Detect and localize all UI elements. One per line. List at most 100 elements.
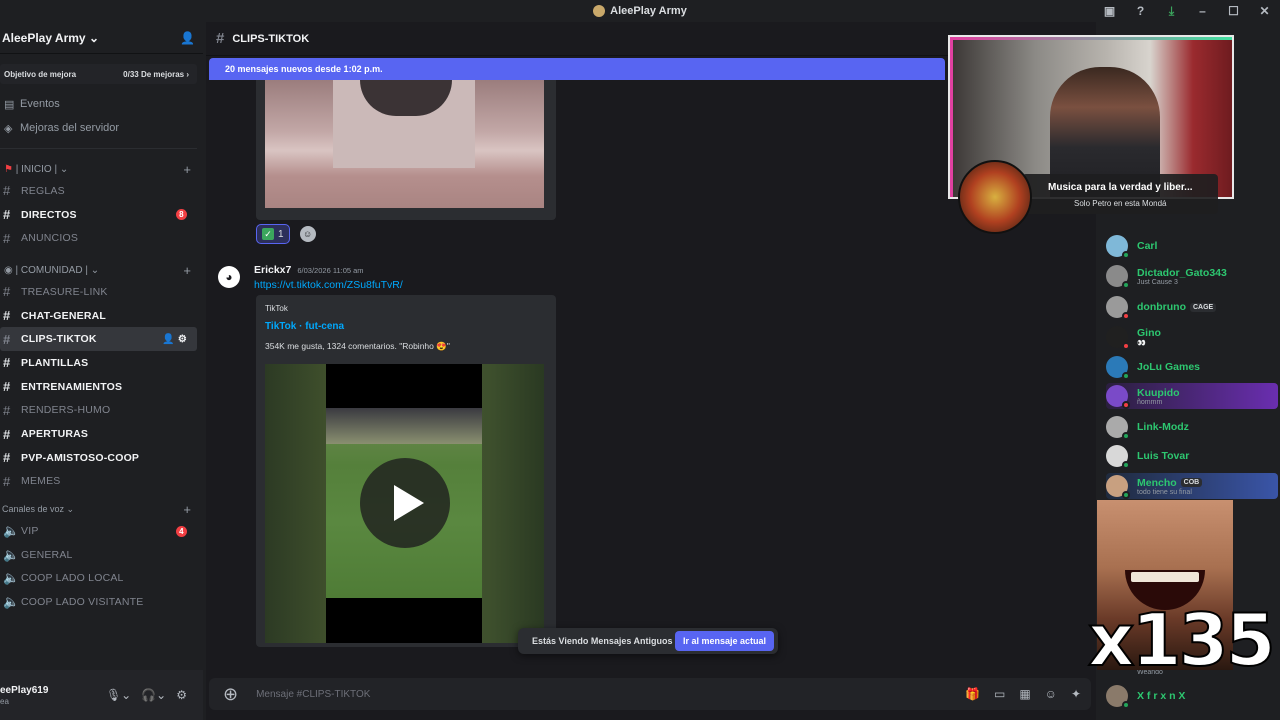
attach-icon[interactable]: ⊕	[223, 684, 238, 705]
new-messages-text: 20 mensajes nuevos desde 1:02 p.m.	[225, 64, 383, 74]
embed-description: 354K me gusta, 1324 comentarios. "Robinh…	[265, 341, 450, 351]
channel-memes[interactable]: # MEMES	[0, 470, 197, 494]
channel-aperturas[interactable]: # APERTURAS	[0, 422, 197, 446]
voice-channel-visitante[interactable]: 🔈 COOP LADO VISITANTE	[0, 590, 197, 614]
gift-icon[interactable]: 🎁	[965, 687, 980, 701]
server-name: AleePlay Army	[2, 30, 86, 45]
avatar	[1106, 235, 1130, 259]
message-link[interactable]: https://vt.tiktok.com/ZSu8fuTvR/	[254, 279, 403, 291]
member-activity: Just Cause 3	[1137, 278, 1178, 286]
member-name: JoLu Games	[1137, 361, 1201, 373]
channel-plantillas[interactable]: # PLANTILLAS	[0, 351, 197, 375]
category-label: | COMUNIDAD |	[15, 264, 88, 276]
close-button[interactable]: ✕	[1249, 0, 1280, 22]
member-item[interactable]: Dictador_Gato343 Just Cause 3	[1106, 263, 1278, 289]
member-item[interactable]: Link-Modz	[1106, 414, 1278, 440]
events-link[interactable]: ▤ Eventos	[0, 92, 203, 116]
hash-icon: #	[3, 284, 11, 300]
invite-icon[interactable]: 👤	[162, 334, 175, 345]
settings-icon[interactable]: ⚙	[176, 688, 187, 702]
hash-icon: #	[3, 473, 11, 489]
username[interactable]: eePlay619	[0, 685, 48, 697]
gear-icon[interactable]: ⚙	[178, 334, 187, 345]
jump-to-present-button[interactable]: Ir al mensaje actual	[674, 631, 774, 651]
headphones-icon[interactable]: 🎧⌄	[141, 688, 166, 702]
apps-icon[interactable]: ✦	[1071, 687, 1081, 701]
boost-goal[interactable]: Objetivo de mejora 0/33 De mejoras ›	[0, 64, 197, 84]
member-item[interactable]: JoLu Games	[1106, 354, 1278, 380]
channel-name: COOP LADO LOCAL	[21, 572, 124, 585]
category-comunidad[interactable]: ◉ | COMUNIDAD | ⌄ +	[0, 260, 203, 280]
member-item[interactable]: Kuupido ñommm	[1106, 383, 1278, 409]
new-messages-bar[interactable]: 20 mensajes nuevos desde 1:02 p.m.	[209, 58, 945, 80]
channel-directos[interactable]: # DIRECTOS 8	[0, 203, 197, 227]
channel-sidebar: AleePlay Army ⌄ 👤 Objetivo de mejora 0/3…	[0, 22, 203, 720]
channel-pvp-amistoso-coop[interactable]: # PVP-AMISTOSO-COOP	[0, 446, 197, 470]
voice-channel-local[interactable]: 🔈 COOP LADO LOCAL	[0, 567, 197, 591]
channel-name: DIRECTOS	[21, 208, 77, 221]
emoji-icon[interactable]: ☺	[1045, 687, 1057, 701]
member-item[interactable]: Carl	[1106, 233, 1278, 259]
member-item[interactable]: Luis Tovar	[1106, 443, 1278, 469]
avatar	[1106, 265, 1130, 289]
avatar	[1106, 416, 1130, 440]
member-item[interactable]: Gino 👀	[1106, 324, 1278, 350]
avatar[interactable]: ◕	[218, 266, 240, 288]
video-player[interactable]	[265, 364, 544, 643]
channel-title: CLIPS-TIKTOK	[232, 32, 310, 45]
maximize-button[interactable]: ☐	[1218, 0, 1249, 22]
channel-name: ENTRENAMIENTOS	[21, 380, 123, 393]
inbox-icon[interactable]: ▣	[1094, 0, 1125, 22]
category-voice[interactable]: Canales de voz ⌄ +	[0, 499, 203, 519]
download-icon[interactable]: ⤓	[1156, 0, 1187, 22]
add-reaction-icon[interactable]: ☺	[299, 226, 316, 242]
voice-channel-general[interactable]: 🔈 GENERAL	[0, 543, 197, 567]
gif-icon[interactable]: ▭	[994, 687, 1005, 701]
member-item[interactable]: donbruno CAGE	[1106, 294, 1278, 320]
avatar	[1106, 385, 1130, 409]
channel-chat-general[interactable]: # CHAT-GENERAL	[0, 304, 197, 328]
server-upgrades-link[interactable]: ◈ Mejoras del servidor	[0, 116, 203, 140]
reactions: ✓ 1 ☺	[256, 224, 316, 244]
minimize-button[interactable]: –	[1187, 0, 1218, 22]
voice-channel-vip[interactable]: 🔈 VIP 4	[0, 519, 197, 543]
channel-name: VIP	[21, 525, 39, 538]
microphone-icon[interactable]: 🎙⌄	[106, 688, 131, 702]
hash-icon: #	[3, 183, 11, 199]
channel-reglas[interactable]: # REGLAS	[0, 179, 197, 203]
speaker-icon: 🔈	[3, 570, 20, 586]
channel-name: GENERAL	[21, 548, 73, 561]
album-art	[958, 160, 1032, 234]
song-title: Musica para la verdad y liber...	[1048, 182, 1193, 193]
hash-icon: #	[3, 379, 11, 395]
channel-treasure-link[interactable]: # TREASURE-LINK	[0, 280, 197, 304]
server-header[interactable]: AleePlay Army ⌄ 👤	[0, 22, 203, 54]
add-channel-icon[interactable]: +	[183, 263, 191, 278]
member-item[interactable]: Mencho COB todo tiene su final	[1106, 473, 1278, 499]
channel-renders-humo[interactable]: # RENDERS-HUMO	[0, 399, 197, 423]
channel-anuncios[interactable]: # ANUNCIOS	[0, 226, 197, 250]
member-activity: 👀	[1137, 340, 1146, 347]
category-inicio[interactable]: ⚑ | INICIO | ⌄ +	[0, 159, 203, 179]
reaction-check[interactable]: ✓ 1	[256, 224, 290, 244]
embed-title[interactable]: TikTok · fut-cena	[265, 321, 344, 332]
folder-icon: ◉	[4, 264, 13, 276]
add-member-icon[interactable]: 👤	[180, 31, 195, 45]
help-icon[interactable]: ?	[1125, 0, 1156, 22]
add-channel-icon[interactable]: +	[183, 162, 191, 177]
play-icon[interactable]	[360, 458, 450, 548]
add-channel-icon[interactable]: +	[183, 502, 191, 517]
channel-entrenamientos[interactable]: # ENTRENAMIENTOS	[0, 375, 197, 399]
composer-placeholder[interactable]: Mensaje #CLIPS-TIKTOK	[256, 689, 370, 700]
channel-name: APERTURAS	[21, 428, 89, 441]
channel-clips-tiktok[interactable]: # CLIPS-TIKTOK 👤 ⚙	[0, 327, 197, 352]
hash-icon: #	[3, 426, 11, 442]
member-item[interactable]: X f r x n X	[1106, 683, 1278, 709]
message-composer[interactable]: ⊕ Mensaje #CLIPS-TIKTOK 🎁 ▭ ▦ ☺ ✦	[209, 678, 1091, 710]
message-author[interactable]: Erickx7	[254, 264, 291, 276]
previous-video-embed[interactable]	[256, 80, 556, 220]
member-name: Gino	[1137, 327, 1161, 339]
boost-label: Objetivo de mejora	[4, 69, 77, 79]
hash-icon: #	[3, 355, 11, 371]
sticker-icon[interactable]: ▦	[1019, 687, 1030, 701]
